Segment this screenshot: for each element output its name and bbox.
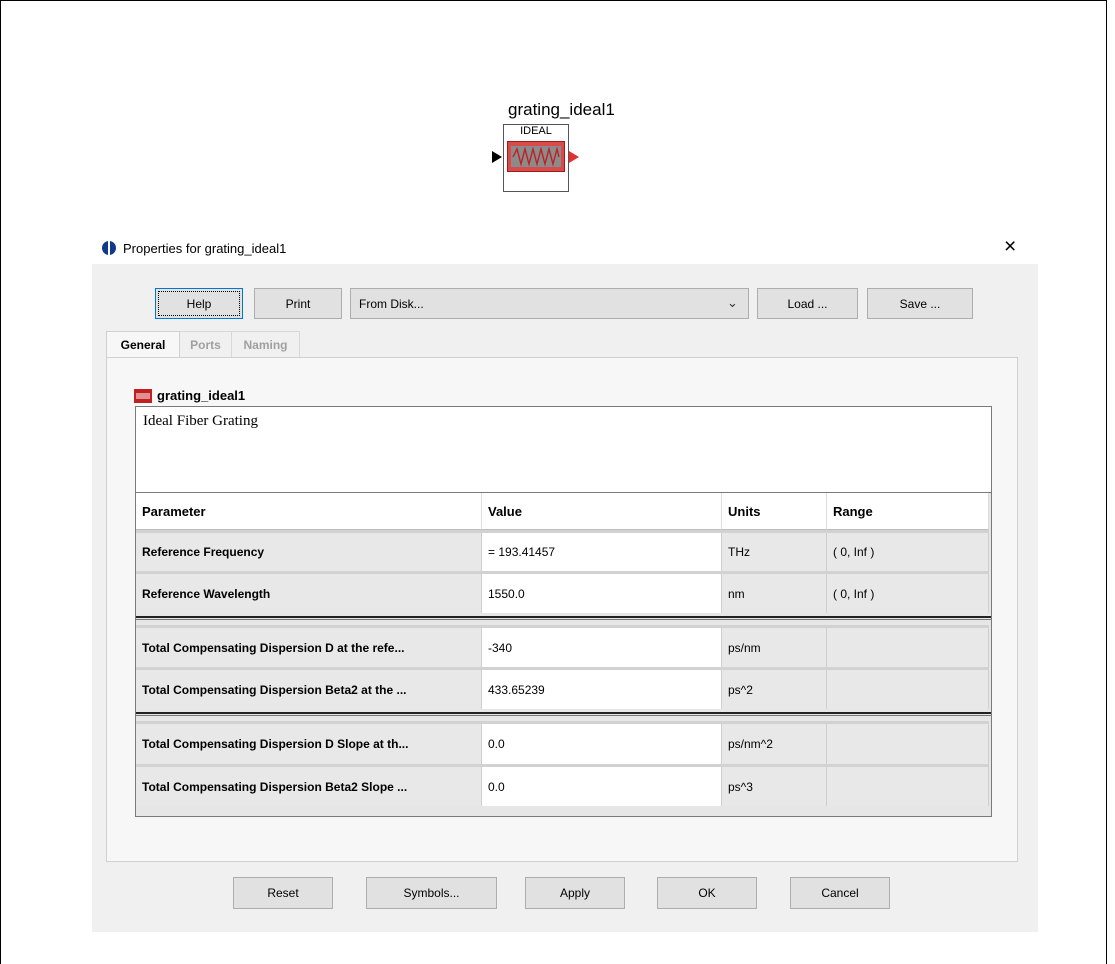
- dialog-title: Properties for grating_ideal1: [123, 241, 287, 256]
- tab-general[interactable]: General: [106, 331, 180, 357]
- component-type-label: IDEAL: [520, 125, 552, 137]
- grating-component[interactable]: IDEAL: [503, 124, 569, 192]
- param-range: [827, 667, 989, 709]
- table-row[interactable]: Total Compensating Dispersion D at the r…: [136, 625, 991, 667]
- tab-ports[interactable]: Ports: [180, 331, 232, 357]
- dialog-titlebar: Properties for grating_ideal1 ×: [92, 232, 1038, 264]
- description-text[interactable]: Ideal Fiber Grating: [135, 406, 992, 493]
- table-row[interactable]: Total Compensating Dispersion Beta2 at t…: [136, 667, 991, 709]
- param-name: Total Compensating Dispersion Beta2 Slop…: [136, 764, 482, 806]
- source-dropdown-value: From Disk...: [359, 297, 424, 311]
- ok-button[interactable]: OK: [657, 877, 757, 909]
- param-range: [827, 721, 989, 764]
- param-name: Reference Frequency: [136, 530, 482, 571]
- output-port-icon[interactable]: [569, 151, 579, 163]
- print-button[interactable]: Print: [254, 288, 342, 319]
- fiber-grating-icon: [507, 141, 565, 172]
- component-name: grating_ideal1: [508, 100, 615, 119]
- input-port-icon[interactable]: [492, 151, 502, 163]
- param-range: ( 0, Inf ): [827, 571, 989, 613]
- param-range: [827, 764, 989, 806]
- group-separator: [136, 709, 991, 721]
- component-icon: [134, 388, 152, 403]
- param-name: Total Compensating Dispersion D at the r…: [136, 625, 482, 667]
- chevron-down-icon: ⌄: [727, 295, 738, 310]
- param-value[interactable]: 0.0: [482, 764, 722, 806]
- param-units: ps^2: [722, 667, 827, 709]
- header-parameter: Parameter: [136, 493, 482, 530]
- properties-dialog: Properties for grating_ideal1 × Help Pri…: [92, 232, 1038, 932]
- parameter-table: Parameter Value Units Range Reference Fr…: [135, 492, 992, 817]
- app-icon: [102, 241, 116, 255]
- header-units: Units: [722, 493, 827, 530]
- apply-button[interactable]: Apply: [525, 877, 625, 909]
- param-units: THz: [722, 530, 827, 571]
- table-row[interactable]: Reference Frequency = 193.41457 THz ( 0,…: [136, 530, 991, 571]
- param-value[interactable]: 1550.0: [482, 571, 722, 613]
- group-separator: [136, 613, 991, 625]
- save-button[interactable]: Save ...: [867, 288, 973, 319]
- header-range: Range: [827, 493, 989, 530]
- source-dropdown[interactable]: From Disk... ⌄: [350, 288, 749, 319]
- grating-core: [511, 146, 561, 167]
- tab-naming[interactable]: Naming: [232, 331, 300, 357]
- param-range: ( 0, Inf ): [827, 530, 989, 571]
- param-range: [827, 625, 989, 667]
- help-button[interactable]: Help: [155, 288, 243, 319]
- table-row[interactable]: Reference Wavelength 1550.0 nm ( 0, Inf …: [136, 571, 991, 613]
- param-value[interactable]: 0.0: [482, 721, 722, 764]
- header-value: Value: [482, 493, 722, 530]
- table-row[interactable]: Total Compensating Dispersion Beta2 Slop…: [136, 764, 991, 806]
- param-value[interactable]: 433.65239: [482, 667, 722, 709]
- param-units: ps/nm^2: [722, 721, 827, 764]
- load-button[interactable]: Load ...: [757, 288, 858, 319]
- param-units: ps/nm: [722, 625, 827, 667]
- param-name: Total Compensating Dispersion D Slope at…: [136, 721, 482, 764]
- param-units: nm: [722, 571, 827, 613]
- param-name: Total Compensating Dispersion Beta2 at t…: [136, 667, 482, 709]
- reset-button[interactable]: Reset: [233, 877, 333, 909]
- cancel-button[interactable]: Cancel: [790, 877, 890, 909]
- close-icon[interactable]: ×: [1004, 235, 1016, 259]
- param-value[interactable]: -340: [482, 625, 722, 667]
- panel-component-title: grating_ideal1: [134, 388, 245, 403]
- param-value[interactable]: = 193.41457: [482, 530, 722, 571]
- table-header-row: Parameter Value Units Range: [136, 493, 991, 530]
- symbols-button[interactable]: Symbols...: [366, 877, 497, 909]
- param-units: ps^3: [722, 764, 827, 806]
- param-name: Reference Wavelength: [136, 571, 482, 613]
- general-panel: grating_ideal1 Ideal Fiber Grating Param…: [106, 357, 1018, 862]
- panel-component-name: grating_ideal1: [157, 388, 246, 403]
- grating-zigzag-icon: [512, 146, 560, 167]
- table-row[interactable]: Total Compensating Dispersion D Slope at…: [136, 721, 991, 764]
